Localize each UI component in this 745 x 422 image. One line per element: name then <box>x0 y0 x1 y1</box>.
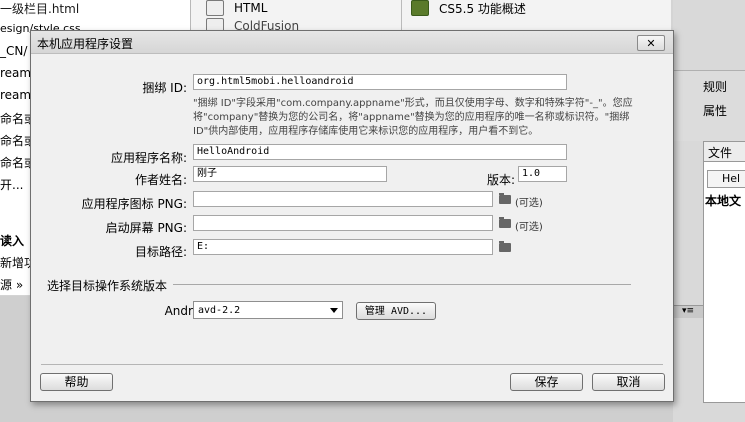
background-rules-label: 规则 <box>703 80 728 94</box>
native-app-settings-dialog: 本机应用程序设置 ✕ 捆绑 ID: "捆绑 ID"字段采用"com.compan… <box>30 30 674 402</box>
author-name-label: 作者姓名: <box>134 173 187 187</box>
background-site-select: Hel <box>707 170 745 188</box>
close-icon: ✕ <box>646 36 656 50</box>
background-local-files-label: 本地文 <box>705 194 742 208</box>
background-list-item: 源 » <box>0 278 24 292</box>
version-input[interactable] <box>518 166 567 182</box>
background-html-link: HTML <box>206 0 267 16</box>
background-site-label: Hel <box>722 172 741 185</box>
background-list-item: 读入 <box>0 234 25 248</box>
splash-screen-label: 启动屏幕 PNG: <box>105 221 187 235</box>
version-label: 版本: <box>486 173 515 187</box>
bundle-id-label: 捆绑 ID: <box>142 81 187 95</box>
browse-folder-icon[interactable] <box>499 217 511 228</box>
background-files-tab: 文件 <box>703 141 745 162</box>
background-list-item: 一级栏目.html <box>0 2 80 16</box>
background-divider <box>401 0 402 32</box>
background-files-tab-label: 文件 <box>708 146 733 160</box>
android-avd-select[interactable]: avd-2.2 <box>193 301 343 319</box>
background-attributes-label: 属性 <box>703 104 728 118</box>
close-button[interactable]: ✕ <box>637 35 665 51</box>
chevron-down-icon <box>330 308 338 313</box>
author-name-input[interactable] <box>193 166 387 182</box>
target-path-label: 目标路径: <box>134 245 187 259</box>
app-name-input[interactable] <box>193 144 567 160</box>
dialog-title: 本机应用程序设置 <box>37 37 134 51</box>
background-list-item: _CN/ <box>0 44 28 58</box>
app-icon-input[interactable] <box>193 191 493 207</box>
cancel-button[interactable]: 取消 <box>592 373 665 391</box>
document-icon <box>206 0 224 16</box>
background-panel-menu: ▾≡ <box>673 305 703 318</box>
background-html-label: HTML <box>234 1 268 15</box>
app-name-label: 应用程序名称: <box>110 151 187 165</box>
manage-avd-button[interactable]: 管理 AVD... <box>356 302 436 320</box>
splash-screen-optional-note: (可选) <box>515 222 543 233</box>
os-version-group-label: 选择目标操作系统版本 <box>47 279 168 293</box>
footer-divider <box>41 364 663 365</box>
group-divider <box>173 284 631 285</box>
help-button[interactable]: 帮助 <box>40 373 113 391</box>
background-cs55-label: CS5.5 功能概述 <box>439 1 526 16</box>
app-icon-optional-note: (可选) <box>515 198 543 209</box>
bundle-id-input[interactable] <box>193 74 567 90</box>
target-path-input[interactable] <box>193 239 493 255</box>
dialog-titlebar: 本机应用程序设置 ✕ <box>31 31 673 54</box>
browse-folder-icon[interactable] <box>499 241 511 252</box>
browse-folder-icon[interactable] <box>499 193 511 204</box>
background-start-panel: HTML ColdFusion CS5.5 功能概述 <box>191 0 671 34</box>
bundle-id-hint: "捆绑 ID"字段采用"com.company.appname"形式，而且仅使用… <box>193 98 633 137</box>
background-right-panel: 规则 属性 文件 Hel 本地文 ▾≡ <box>673 0 745 422</box>
background-list-item: 开... <box>0 178 24 192</box>
splash-screen-input[interactable] <box>193 215 493 231</box>
star-icon <box>411 0 429 16</box>
background-cs55-link: CS5.5 功能概述 <box>411 0 526 16</box>
save-button[interactable]: 保存 <box>510 373 583 391</box>
android-avd-value: avd-2.2 <box>198 305 241 316</box>
app-icon-label: 应用程序图标 PNG: <box>81 197 187 211</box>
